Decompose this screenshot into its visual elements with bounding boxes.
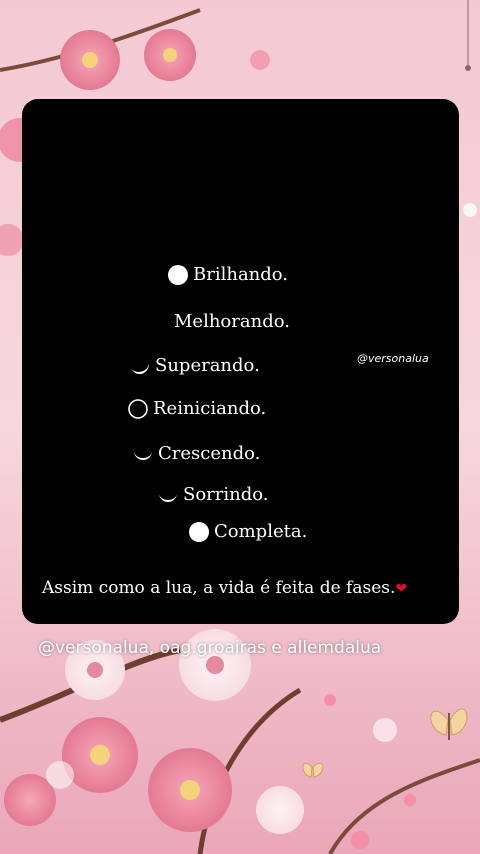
blossom [148,748,232,832]
full-moon-icon [189,522,209,542]
full-moon-icon [168,265,188,285]
crescent-moon-icon [159,493,177,502]
phase-label: Reiniciando. [153,398,267,419]
phase-label: Superando. [155,355,260,376]
credit-text: @versonalua, oag.groairas e allemdalua [38,638,382,658]
crescent-moon-icon [150,317,168,331]
heart-icon: ❤ [395,581,408,597]
crescent-moon-icon [131,362,149,375]
phase-label: Sorrindo. [183,484,269,505]
blossom [144,29,196,81]
blossom [62,717,138,793]
caption-text: Assim como a lua, a vida é feita de fase… [42,578,407,598]
watermark-handle: @versonalua [357,352,429,365]
blossom [60,30,120,90]
phase-label: Melhorando. [174,311,290,332]
new-moon-icon [128,399,148,419]
phase-row: Reiniciando. [128,398,266,420]
crescent-moon-icon [134,451,152,460]
phase-row: Sorrindo. [158,484,269,506]
phase-row: Crescendo. [133,443,260,465]
phase-row: Brilhando. [168,264,288,286]
phase-row: Superando. [130,355,260,377]
phase-row: Melhorando. [149,311,290,333]
phase-label: Completa. [214,521,308,542]
caption-label: Assim como a lua, a vida é feita de fase… [42,578,396,598]
phase-label: Crescendo. [158,443,261,464]
phase-label: Brilhando. [193,264,289,285]
phase-row: Completa. [189,521,307,543]
